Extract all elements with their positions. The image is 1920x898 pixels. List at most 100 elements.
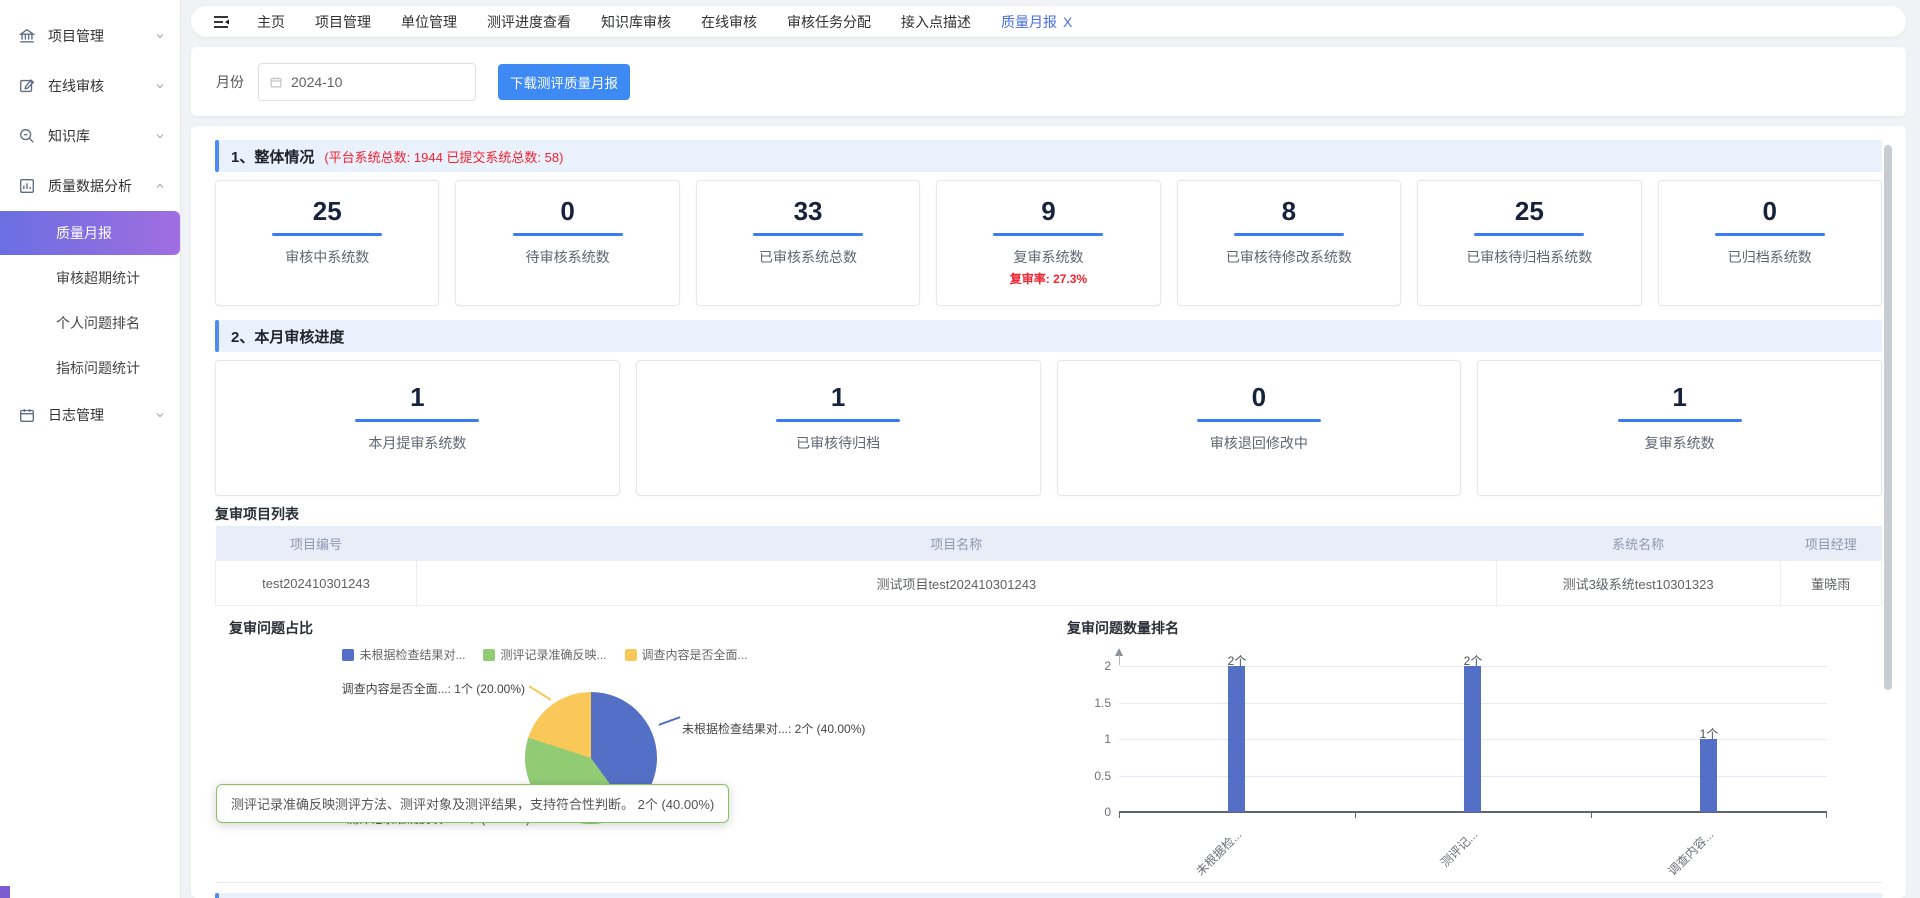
sidebar-subitem-label: 质量月报 (56, 223, 112, 243)
stat-card-reviewed-total: 33 已审核系统总数 (696, 180, 920, 306)
sidebar-subitem-quality-monthly-report[interactable]: 质量月报 (0, 211, 180, 255)
tab-knowledge-review[interactable]: 知识库审核 (601, 12, 671, 32)
legend-item[interactable]: 未根据检查结果对... (342, 646, 465, 663)
sidebar: 项目管理 在线审核 知识库 质量数据分析 质量月报 审核超期统计 个人问题排名 (0, 0, 181, 898)
sidebar-subitem-label: 个人问题排名 (56, 313, 140, 333)
app-root: 项目管理 在线审核 知识库 质量数据分析 质量月报 审核超期统计 个人问题排名 (0, 0, 1920, 898)
bar[interactable] (1228, 666, 1245, 812)
x-tick (1826, 813, 1827, 818)
tab-unit-management[interactable]: 单位管理 (401, 12, 457, 32)
tab-access-point-description[interactable]: 接入点描述 (901, 12, 971, 32)
section-1-title: 1、整体情况 (231, 146, 314, 167)
stat-value: 0 (1763, 197, 1777, 226)
bar[interactable] (1464, 666, 1481, 812)
section-1-header: 1、整体情况 (平台系统总数: 1944 已提交系统总数: 58) (215, 140, 1882, 172)
chart-icon (18, 177, 36, 195)
pie-label-not-per-check-result: 未根据检查结果对...: 2个 (40.00%) (682, 720, 865, 737)
content-area: 主页 项目管理 单位管理 测评进度查看 知识库审核 在线审核 审核任务分配 接入… (181, 0, 1920, 898)
bar[interactable] (1700, 739, 1717, 812)
tab-online-review[interactable]: 在线审核 (701, 12, 757, 32)
calendar-icon (269, 75, 283, 89)
month-picker-input[interactable]: 2024-10 (258, 63, 476, 101)
menu-fold-icon[interactable] (211, 12, 231, 32)
tab-evaluation-progress[interactable]: 测评进度查看 (487, 12, 571, 32)
pie-chart-title: 复审问题占比 (229, 618, 313, 638)
stat-value: 1 (831, 383, 845, 412)
edit-icon (18, 77, 36, 95)
x-tick (1355, 813, 1356, 818)
nav-tabs: 主页 项目管理 单位管理 测评进度查看 知识库审核 在线审核 审核任务分配 接入… (257, 12, 1072, 32)
sidebar-item-label: 项目管理 (48, 26, 154, 46)
tab-quality-monthly-report[interactable]: 质量月报 X (1001, 12, 1072, 32)
legend-swatch (342, 649, 354, 661)
stat-underline (1234, 233, 1344, 236)
legend-item[interactable]: 测评记录准确反映... (483, 646, 606, 663)
stat-card-pending-modify: 8 已审核待修改系统数 (1177, 180, 1401, 306)
month-value: 2024-10 (291, 74, 342, 90)
sidebar-subitem-review-overdue-stats[interactable]: 审核超期统计 (0, 255, 180, 300)
bar-chart-panel: 复审问题数量排名 2 1.5 1 0.5 0 (875, 614, 1882, 882)
filter-bar: 月份 2024-10 下载测评质量月报 (191, 47, 1906, 116)
table-row: test202410301243 测试项目test202410301243 测试… (216, 561, 1882, 606)
report-panel: 1、整体情况 (平台系统总数: 1944 已提交系统总数: 58) 25 审核中… (191, 126, 1906, 898)
y-tick-label: 0 (1065, 805, 1111, 819)
active-tab-label: 质量月报 (1001, 12, 1057, 32)
stat-label: 复审系统数 (1013, 247, 1083, 267)
stat-label: 已审核系统总数 (759, 247, 857, 267)
stat-underline (355, 419, 479, 422)
pie-leader-line (658, 716, 680, 726)
sidebar-item-project-management[interactable]: 项目管理 (0, 11, 180, 61)
tab-project-management[interactable]: 项目管理 (315, 12, 371, 32)
sidebar-item-online-review[interactable]: 在线审核 (0, 61, 180, 111)
col-project-manager: 项目经理 (1780, 526, 1881, 561)
chevron-up-icon (154, 180, 166, 192)
stat-label: 已审核待归档 (796, 433, 880, 453)
y-tick-label: 0.5 (1065, 769, 1111, 783)
overall-stats-row: 25 审核中系统数 0 待审核系统数 33 已审核系统总数 9 (215, 180, 1882, 306)
sidebar-item-label: 日志管理 (48, 405, 154, 425)
stat-value: 1 (410, 383, 424, 412)
section-accent-bar (215, 140, 219, 172)
stat-underline (776, 419, 900, 422)
tab-close-icon[interactable]: X (1063, 14, 1072, 30)
stat-label: 审核中系统数 (285, 247, 369, 267)
stat-card-pending-review: 0 待审核系统数 (455, 180, 679, 306)
stat-value: 25 (313, 197, 342, 226)
stat-card-reviewing: 25 审核中系统数 (215, 180, 439, 306)
x-category-label: 测评记... (1384, 826, 1481, 898)
sidebar-bottom-accent (0, 886, 10, 898)
month-label: 月份 (216, 72, 244, 92)
stat-underline (1618, 419, 1742, 422)
stat-label: 审核退回修改中 (1210, 433, 1308, 453)
vertical-scrollbar-thumb[interactable] (1884, 145, 1892, 690)
sidebar-subitem-indicator-issue-stats[interactable]: 指标问题统计 (0, 345, 180, 390)
cell-system-name: 测试3级系统test10301323 (1496, 561, 1780, 606)
sidebar-subitem-personal-issue-ranking[interactable]: 个人问题排名 (0, 300, 180, 345)
chevron-down-icon (154, 409, 166, 421)
sidebar-item-quality-data-analysis[interactable]: 质量数据分析 (0, 161, 180, 211)
chevron-down-icon (154, 80, 166, 92)
cell-project-id: test202410301243 (216, 561, 417, 606)
stat-underline (1715, 233, 1825, 236)
stat-label: 已归档系统数 (1728, 247, 1812, 267)
cell-project-name: 测试项目test202410301243 (416, 561, 1496, 606)
sidebar-item-knowledge-base[interactable]: 知识库 (0, 111, 180, 161)
sidebar-item-label: 在线审核 (48, 76, 154, 96)
stat-value: 0 (1252, 383, 1266, 412)
tab-review-task-assignment[interactable]: 审核任务分配 (787, 12, 871, 32)
stat-value: 33 (794, 197, 823, 226)
sidebar-item-log-management[interactable]: 日志管理 (0, 390, 180, 440)
y-axis-stem (1119, 655, 1120, 665)
legend-item[interactable]: 调查内容是否全面... (625, 646, 748, 663)
pie-chart-panel: 复审问题占比 未根据检查结果对... 测评记录准确反映... 调查内容是否 (215, 614, 875, 882)
tab-home[interactable]: 主页 (257, 12, 285, 32)
pie-leader-line (528, 686, 551, 701)
stat-card-archived: 0 已归档系统数 (1658, 180, 1882, 306)
col-project-id: 项目编号 (216, 526, 417, 561)
sidebar-subitem-label: 审核超期统计 (56, 268, 140, 288)
download-monthly-report-button[interactable]: 下载测评质量月报 (498, 64, 630, 100)
legend-swatch (625, 649, 637, 661)
stat-card-month-returned: 0 审核退回修改中 (1057, 360, 1462, 496)
calendar-icon (18, 406, 36, 424)
stat-underline (753, 233, 863, 236)
